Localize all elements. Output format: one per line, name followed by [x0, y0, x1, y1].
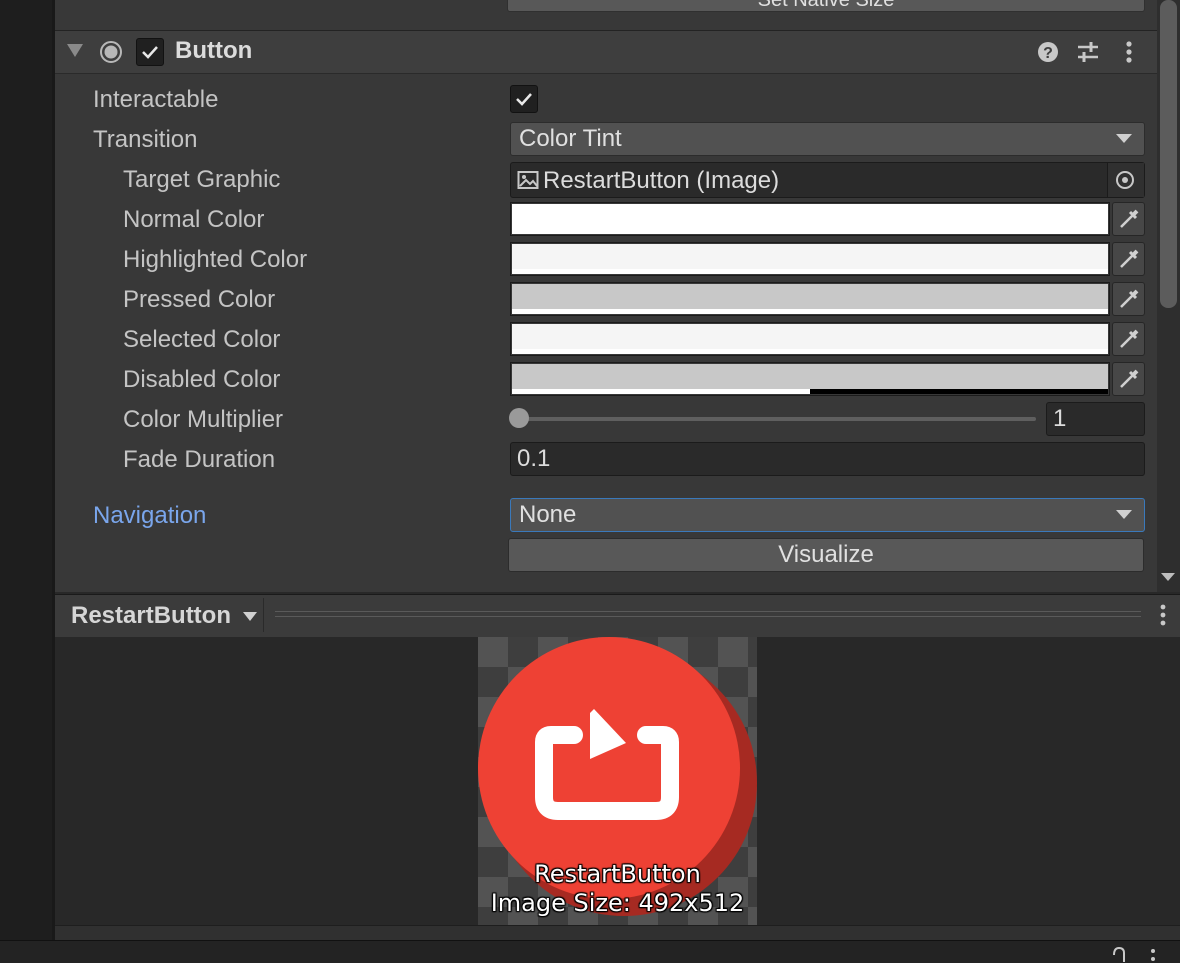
component-title: Button — [175, 37, 253, 64]
fade-duration-label: Fade Duration — [123, 446, 276, 473]
transition-value: Color Tint — [519, 125, 622, 152]
target-graphic-label: Target Graphic — [123, 166, 281, 193]
drag-handle-line[interactable] — [275, 611, 1141, 612]
alpha-remainder — [810, 389, 1108, 394]
highlighted-color-eyedropper[interactable] — [1112, 242, 1145, 276]
preview-image-size: Image Size: 492x512 — [490, 889, 745, 917]
color-swatch-fill — [512, 324, 1108, 350]
color-multiplier-input[interactable]: 1 — [1046, 402, 1145, 436]
presets-icon[interactable] — [1075, 39, 1101, 65]
eyedropper-icon — [1120, 329, 1139, 348]
highlighted-color-label: Highlighted Color — [123, 246, 308, 273]
normal-color-eyedropper[interactable] — [1112, 202, 1145, 236]
preview-more-icon[interactable] — [1153, 602, 1173, 628]
svg-text:?: ? — [1043, 45, 1053, 62]
alpha-bar — [512, 389, 810, 394]
dropdown-arrow-icon — [1116, 510, 1132, 519]
disabled-color-label: Disabled Color — [123, 366, 281, 393]
image-icon — [517, 171, 539, 189]
color-swatch-fill — [512, 204, 1108, 230]
color-swatch-fill — [512, 364, 1108, 390]
disabled-color-eyedropper[interactable] — [1112, 362, 1145, 396]
dropdown-arrow-icon[interactable] — [242, 610, 258, 622]
transition-label: Transition — [93, 126, 198, 153]
component-type-icon — [100, 41, 122, 63]
object-picker-button[interactable] — [1107, 163, 1144, 197]
alpha-bar — [512, 229, 1108, 234]
eyedropper-icon — [1120, 369, 1139, 388]
eyedropper-icon — [1120, 249, 1139, 268]
visualize-button[interactable]: Visualize — [508, 538, 1144, 572]
more-options-icon[interactable] — [1116, 39, 1142, 65]
scroll-down-arrow-icon[interactable] — [1161, 573, 1175, 581]
color-swatch-fill — [512, 244, 1108, 270]
selected-color-swatch[interactable] — [510, 322, 1110, 356]
target-graphic-field[interactable]: RestartButton (Image) — [510, 162, 1145, 198]
eyedropper-icon — [1120, 289, 1139, 308]
alpha-bar — [512, 309, 1108, 314]
set-native-size-button[interactable]: Set Native Size — [507, 0, 1145, 12]
transition-dropdown[interactable]: Color Tint — [510, 122, 1145, 156]
preview-title: RestartButton — [71, 602, 231, 629]
statusbar-more-icon[interactable] — [1146, 948, 1160, 962]
color-swatch-fill — [512, 284, 1108, 310]
left-panel-edge — [0, 0, 52, 940]
alpha-bar — [512, 269, 1108, 274]
pressed-color-eyedropper[interactable] — [1112, 282, 1145, 316]
component-enabled-checkbox[interactable] — [136, 38, 164, 66]
checkmark-icon — [516, 93, 532, 106]
navigation-value: None — [519, 501, 577, 528]
disabled-color-swatch[interactable] — [510, 362, 1110, 396]
normal-color-label: Normal Color — [123, 206, 265, 233]
alpha-bar — [512, 349, 1108, 354]
help-icon[interactable]: ? — [1035, 39, 1061, 65]
status-bar — [0, 940, 1180, 963]
normal-color-swatch[interactable] — [510, 202, 1110, 236]
foldout-arrow-icon[interactable] — [66, 42, 84, 58]
eyedropper-icon — [1120, 209, 1139, 228]
highlighted-color-swatch[interactable] — [510, 242, 1110, 276]
preview-footer — [55, 925, 1180, 940]
interactable-label: Interactable — [93, 86, 219, 113]
target-graphic-value: RestartButton (Image) — [543, 167, 780, 194]
dropdown-arrow-icon — [1116, 134, 1132, 143]
checkmark-icon — [142, 46, 158, 59]
color-multiplier-label: Color Multiplier — [123, 406, 284, 433]
interactable-checkbox[interactable] — [510, 85, 538, 113]
color-multiplier-slider-thumb[interactable] — [509, 408, 529, 428]
preview-image-name: RestartButton — [534, 860, 701, 888]
pressed-color-swatch[interactable] — [510, 282, 1110, 316]
fade-duration-input[interactable]: 0.1 — [510, 442, 1145, 476]
target-picker-icon — [1116, 171, 1134, 189]
scrollbar-thumb[interactable] — [1160, 0, 1177, 308]
selected-color-eyedropper[interactable] — [1112, 322, 1145, 356]
pressed-color-label: Pressed Color — [123, 286, 276, 313]
drag-handle-line[interactable] — [275, 616, 1141, 617]
navigation-dropdown[interactable]: None — [510, 498, 1145, 532]
selected-color-label: Selected Color — [123, 326, 281, 353]
navigation-label: Navigation — [93, 502, 207, 529]
color-multiplier-slider-track[interactable] — [518, 417, 1036, 421]
lock-icon[interactable] — [1108, 946, 1130, 962]
